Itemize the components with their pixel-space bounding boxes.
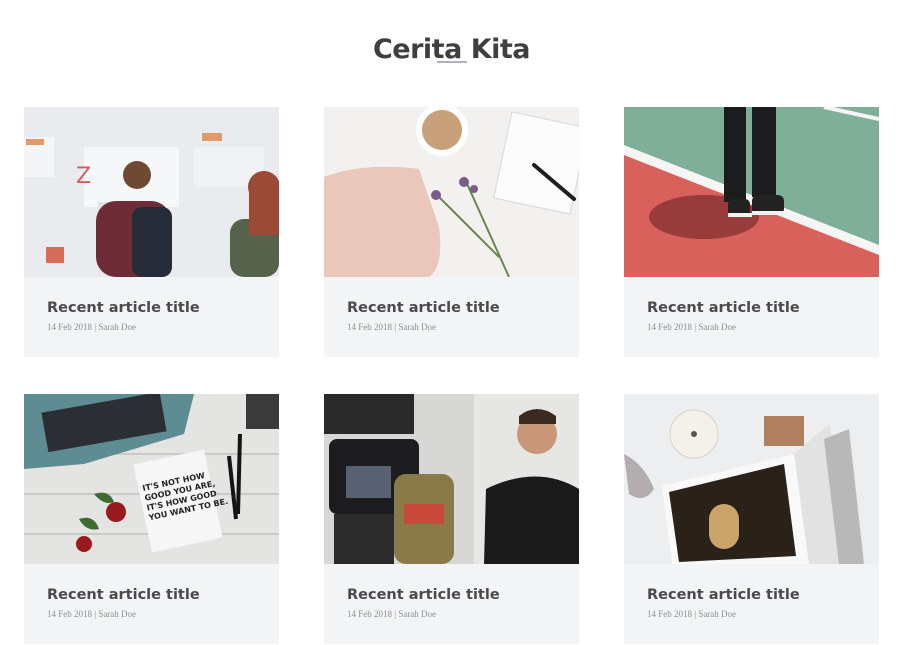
article-meta: 14 Feb 2018 | Sarah Doe	[647, 609, 737, 619]
article-thumbnail[interactable]	[624, 107, 879, 277]
article-date: 14 Feb 2018	[347, 322, 392, 332]
article-meta: 14 Feb 2018 | Sarah Doe	[47, 609, 137, 619]
article-date: 14 Feb 2018	[647, 322, 692, 332]
article-author: Sarah Doe	[698, 609, 737, 619]
article-title[interactable]: Recent article title	[47, 587, 200, 603]
article-title[interactable]: Recent article title	[347, 587, 500, 603]
article-date: 14 Feb 2018	[47, 322, 92, 332]
article-title[interactable]: Recent article title	[647, 587, 800, 603]
article-meta: 14 Feb 2018 | Sarah Doe	[647, 322, 737, 332]
article-title[interactable]: Recent article title	[47, 300, 200, 316]
article-thumbnail[interactable]	[624, 394, 879, 564]
article-author: Sarah Doe	[98, 609, 137, 619]
article-card[interactable]: Recent article title 14 Feb 2018 | Sarah…	[324, 107, 579, 357]
article-thumbnail[interactable]	[324, 107, 579, 277]
article-title[interactable]: Recent article title	[347, 300, 500, 316]
article-card[interactable]: Recent article title 14 Feb 2018 | Sarah…	[624, 394, 879, 644]
article-thumbnail[interactable]: IT'S NOT HOW GOOD YOU ARE, IT'S HOW GOOD…	[24, 394, 279, 564]
article-card[interactable]: Z Recent article title 14 Feb 2018 | Sar…	[24, 107, 279, 357]
article-meta: 14 Feb 2018 | Sarah Doe	[347, 609, 437, 619]
article-thumbnail[interactable]: Z	[24, 107, 279, 277]
title-divider	[437, 61, 467, 63]
article-author: Sarah Doe	[398, 322, 437, 332]
article-thumbnail[interactable]	[324, 394, 579, 564]
article-author: Sarah Doe	[698, 322, 737, 332]
article-meta: 14 Feb 2018 | Sarah Doe	[347, 322, 437, 332]
article-meta: 14 Feb 2018 | Sarah Doe	[47, 322, 137, 332]
article-author: Sarah Doe	[398, 609, 437, 619]
article-date: 14 Feb 2018	[347, 609, 392, 619]
article-title[interactable]: Recent article title	[647, 300, 800, 316]
article-date: 14 Feb 2018	[647, 609, 692, 619]
article-card[interactable]: IT'S NOT HOW GOOD YOU ARE, IT'S HOW GOOD…	[24, 394, 279, 644]
svg-text:Z: Z	[76, 164, 91, 189]
article-author: Sarah Doe	[98, 322, 137, 332]
article-card[interactable]: Recent article title 14 Feb 2018 | Sarah…	[624, 107, 879, 357]
article-date: 14 Feb 2018	[47, 609, 92, 619]
article-card[interactable]: Recent article title 14 Feb 2018 | Sarah…	[324, 394, 579, 644]
